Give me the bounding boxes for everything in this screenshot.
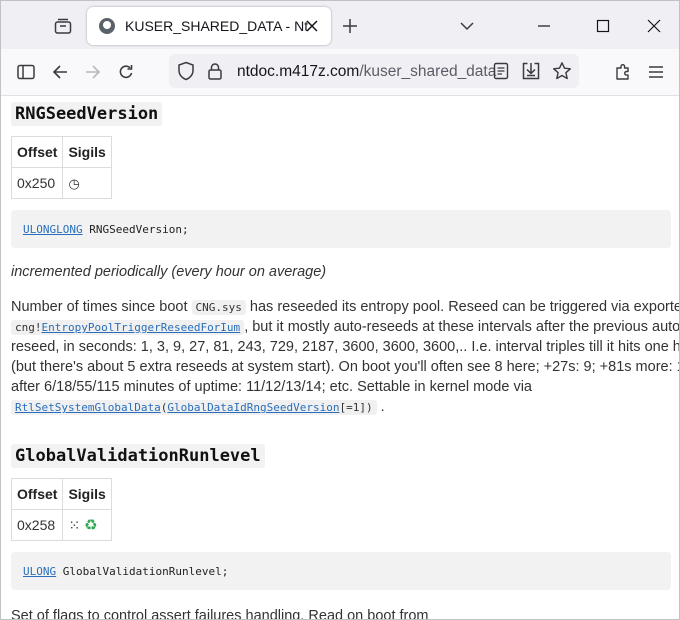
- table-header-row: Offset Sigils: [10, 136, 112, 168]
- url-text[interactable]: ntdoc.m417z.com/kuser_shared_data: [237, 63, 496, 81]
- recycle-sigil-icon: ♻: [84, 516, 98, 534]
- tab-title: KUSER_SHARED_DATA - NtDoc: [125, 18, 309, 34]
- shield-icon[interactable]: [177, 61, 195, 86]
- para-text: , but it mostly auto-reseeds at these in…: [244, 319, 679, 335]
- para-text: Number of times since boot: [11, 299, 192, 315]
- rtl-set-system-global-data-link[interactable]: RtlSetSystemGlobalData: [15, 401, 161, 414]
- table-header-row: Offset Sigils: [10, 478, 112, 510]
- description-paragraph: Number of times since boot CNG.sys has r…: [11, 297, 679, 417]
- sidebar-icon[interactable]: [12, 58, 40, 86]
- navigation-toolbar: ntdoc.m417z.com/kuser_shared_data: [1, 49, 679, 96]
- address-bar[interactable]: ntdoc.m417z.com/kuser_shared_data: [169, 54, 579, 88]
- reader-view-icon[interactable]: [493, 62, 509, 85]
- hamburger-menu-icon[interactable]: [642, 58, 670, 86]
- sigils-cell: ⁙ ♻: [62, 509, 112, 541]
- inline-code: cng!EntropyPoolTriggerReseedForIum: [11, 320, 245, 335]
- column-header: Sigils: [62, 136, 112, 168]
- para-text: has reseeded its entropy pool. Reseed ca…: [245, 299, 679, 315]
- offset-sigils-table: Offset Sigils 0x258 ⁙ ♻: [10, 478, 112, 541]
- inline-code: RtlSetSystemGlobalData(GlobalDataIdRngSe…: [11, 400, 377, 415]
- inline-code: CNG.sys: [191, 300, 246, 315]
- browser-window: KUSER_SHARED_DATA - NtDoc: [0, 0, 680, 620]
- ntdoc-favicon: [99, 18, 115, 34]
- table-row: 0x250 ◷: [10, 167, 112, 199]
- code-prefix: cng!: [15, 321, 42, 334]
- code-block: ULONGLONG RNGSeedVersion;: [11, 210, 671, 248]
- offset-cell: 0x258: [10, 509, 64, 541]
- dots-sigil-icon: ⁙: [68, 518, 81, 534]
- tab-kuser-shared-data[interactable]: KUSER_SHARED_DATA - NtDoc: [87, 7, 331, 45]
- forward-arrow-icon[interactable]: [79, 58, 107, 86]
- minimize-icon[interactable]: [531, 13, 557, 39]
- emphasis-note: incremented periodically (every hour on …: [11, 264, 327, 280]
- tab-list-icon[interactable]: [49, 13, 77, 39]
- download-icon[interactable]: [521, 61, 541, 86]
- code-text: GlobalValidationRunlevel;: [56, 565, 229, 578]
- column-header: Offset: [10, 478, 64, 510]
- sigils-cell: ◷: [62, 167, 112, 199]
- puzzle-icon[interactable]: [609, 58, 637, 86]
- para-text: .: [376, 399, 385, 415]
- section-heading-rngseedversion: RNGSeedVersion: [11, 102, 163, 126]
- url-path: /kuser_shared_data: [359, 63, 497, 80]
- lock-icon[interactable]: [207, 62, 223, 85]
- plus-icon[interactable]: [337, 13, 363, 39]
- code-block: ULONG GlobalValidationRunlevel;: [11, 552, 671, 590]
- column-header: Offset: [10, 136, 64, 168]
- chevron-down-icon[interactable]: [454, 13, 480, 39]
- maximize-icon[interactable]: [590, 13, 616, 39]
- back-arrow-icon[interactable]: [46, 58, 74, 86]
- type-link[interactable]: ULONG: [23, 565, 56, 578]
- para-text: after 6/18/55/115 minutes of uptime: 11/…: [11, 379, 532, 395]
- close-icon[interactable]: [303, 17, 321, 35]
- close-window-icon[interactable]: [641, 13, 667, 39]
- url-host: ntdoc.m417z.com: [237, 63, 360, 80]
- code-text: RNGSeedVersion;: [82, 223, 189, 236]
- code-punct: [=1]): [339, 401, 373, 414]
- global-data-id-link[interactable]: GlobalDataIdRngSeedVersion: [167, 401, 339, 414]
- title-bar: KUSER_SHARED_DATA - NtDoc: [1, 1, 679, 49]
- column-header: Sigils: [62, 478, 112, 510]
- entropy-pool-link[interactable]: EntropyPoolTriggerReseedForIum: [42, 321, 241, 334]
- reload-icon[interactable]: [112, 58, 140, 86]
- page-content: RNGSeedVersion Offset Sigils 0x250 ◷ ULO…: [1, 96, 679, 619]
- offset-sigils-table: Offset Sigils 0x250 ◷: [10, 136, 112, 199]
- offset-cell: 0x250: [10, 167, 64, 199]
- clock-sigil-icon: ◷: [68, 176, 80, 192]
- star-icon[interactable]: [552, 61, 572, 86]
- para-text: reseed, in seconds: 1, 3, 9, 27, 81, 243…: [11, 339, 679, 355]
- section-heading-globalvalidationrunlevel: GlobalValidationRunlevel: [11, 444, 265, 468]
- table-row: 0x258 ⁙ ♻: [10, 509, 112, 541]
- trailing-paragraph: Set of flags to control assert failures …: [11, 608, 429, 619]
- type-link[interactable]: ULONGLONG: [23, 223, 83, 236]
- para-text: (but there's about 5 extra reseeds at sy…: [11, 359, 679, 375]
